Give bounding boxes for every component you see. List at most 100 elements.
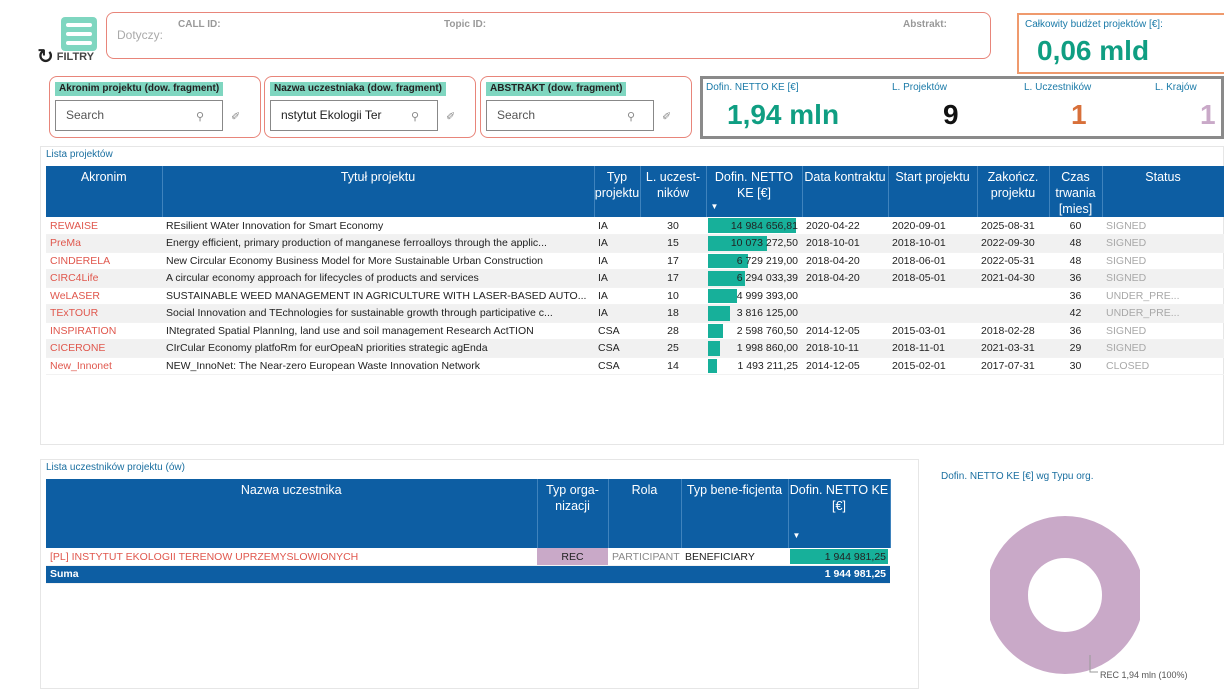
nazwa-filter-header: Nazwa uczestniaka (dow. fragment) <box>270 82 446 96</box>
participants-table: Nazwa uczestnika Typ orga-nizacji Rola T… <box>46 479 891 584</box>
col-czas[interactable]: Czas trwania [mies] <box>1049 166 1103 217</box>
project-status: SIGNED <box>1102 269 1224 288</box>
project-title: A circular economy approach for lifecycl… <box>162 269 594 288</box>
funding-bar <box>708 288 737 303</box>
project-title: NEW_InnoNet: The Near-zero European Wast… <box>162 357 594 375</box>
col-data-kontraktu[interactable]: Data kontraktu <box>802 166 889 217</box>
nazwa-filter: Nazwa uczestniaka (dow. fragment) nstytu… <box>264 76 476 138</box>
project-contract-date: 2018-10-11 <box>802 339 888 358</box>
participant-role: PARTICIPANT <box>608 548 681 566</box>
akronim-filter: Akronim projektu (dow. fragment) Search … <box>49 76 261 138</box>
projects-title: Lista projektów <box>46 149 113 160</box>
col-typ[interactable]: Typ projektu <box>594 166 641 217</box>
project-duration: 36 <box>1049 287 1102 305</box>
project-funding: 10 073 272,50 <box>706 234 802 253</box>
col-typ-organizacji[interactable]: Typ orga-nizacji <box>537 479 609 548</box>
table-row[interactable]: CINDERELA New Circular Economy Business M… <box>46 252 1224 270</box>
project-title: New Circular Economy Business Model for … <box>162 252 594 270</box>
dofin-value: 1,94 mln <box>727 99 840 130</box>
project-contract-date: 2018-10-01 <box>802 234 888 253</box>
col-zakoncz[interactable]: Zakończ. projektu <box>977 166 1050 217</box>
col-typ-beneficjenta[interactable]: Typ bene-ficjenta <box>681 479 789 548</box>
project-start-date: 2018-05-01 <box>888 269 977 288</box>
search-icon[interactable]: ⚲ <box>411 110 419 123</box>
project-funding: 1 493 211,25 <box>706 357 802 375</box>
table-row[interactable]: WeLASER SUSTAINABLE WEED MANAGEMENT IN AG… <box>46 287 1224 305</box>
project-duration: 29 <box>1049 339 1102 358</box>
col-akronim[interactable]: Akronim <box>46 166 163 217</box>
project-contract-date: 2014-12-05 <box>802 322 888 340</box>
col-uczestnikow[interactable]: L. uczest-ników <box>640 166 707 217</box>
project-type: IA <box>594 269 640 288</box>
project-funding-value: 6 294 033,39 <box>736 272 798 285</box>
project-participants: 30 <box>640 217 706 235</box>
menu-line <box>66 32 92 36</box>
eraser-icon[interactable]: ✐ <box>446 110 455 123</box>
project-acronym: CIRC4Life <box>46 269 162 288</box>
table-row[interactable]: CIRC4Life A circular economy approach for… <box>46 269 1224 288</box>
eraser-icon[interactable]: ✐ <box>662 110 671 123</box>
project-participants: 15 <box>640 234 706 253</box>
abstrakt-filter: ABSTRAKT (dow. fragment) Search ⚲ ✐ <box>480 76 692 138</box>
project-end-date <box>977 304 1049 323</box>
project-status: SIGNED <box>1102 339 1224 358</box>
project-funding-value: 6 729 219,00 <box>736 254 798 267</box>
project-funding: 4 999 393,00 <box>706 287 802 305</box>
project-contract-date <box>802 304 888 323</box>
project-funding-value: 3 816 125,00 <box>736 307 798 320</box>
sort-desc-icon: ▼ <box>792 531 801 540</box>
project-funding-value: 4 999 393,00 <box>736 289 798 302</box>
sum-value: 1 944 981,25 <box>788 565 890 584</box>
project-type: IA <box>594 234 640 253</box>
project-acronym: TExTOUR <box>46 304 162 323</box>
project-end-date <box>977 287 1049 305</box>
project-acronym: CINDERELA <box>46 252 162 270</box>
project-type: CSA <box>594 322 640 340</box>
project-funding: 6 294 033,39 <box>706 269 802 288</box>
col-tytul[interactable]: Tytuł projektu <box>162 166 595 217</box>
projects-count-label: L. Projektów <box>892 82 948 93</box>
table-row[interactable]: New_Innonet NEW_InnoNet: The Near-zero Eu… <box>46 357 1224 375</box>
project-type: CSA <box>594 339 640 358</box>
table-row[interactable]: REWAISE REsilient WAter Innovation for Sm… <box>46 217 1224 235</box>
participants-count-label: L. Uczestników <box>1024 82 1092 93</box>
col-dofin-uczestnik[interactable]: Dofin. NETTO KE [€] ▼ <box>788 479 891 548</box>
search-icon[interactable]: ⚲ <box>196 110 204 123</box>
project-participants: 18 <box>640 304 706 323</box>
project-start-date: 2018-06-01 <box>888 252 977 270</box>
sum-row: Suma 1 944 981,25 <box>46 565 890 584</box>
search-icon[interactable]: ⚲ <box>627 110 635 123</box>
table-row[interactable]: INSPIRATION INtegrated Spatial PlannIng, … <box>46 322 1224 340</box>
col-rola[interactable]: Rola <box>608 479 682 548</box>
countries-count-value: 1 <box>1200 99 1216 130</box>
project-type: IA <box>594 252 640 270</box>
context-box: Dotyczy: CALL ID: Topic ID: Abstrakt: <box>106 12 991 59</box>
project-acronym: New_Innonet <box>46 357 162 375</box>
table-row[interactable]: PreMa Energy efficient, primary productio… <box>46 234 1224 253</box>
dotyczy-label: Dotyczy: <box>117 28 164 42</box>
project-type: IA <box>594 287 640 305</box>
projects-count-value: 9 <box>943 99 959 130</box>
donut-slice-rec[interactable] <box>990 516 1140 674</box>
project-funding: 2 598 760,50 <box>706 322 802 340</box>
eraser-icon[interactable]: ✐ <box>231 110 240 123</box>
table-row[interactable]: TExTOUR Social Innovation and TEchnologie… <box>46 304 1224 323</box>
table-row[interactable]: [PL] INSTYTUT EKOLOGII TERENOW UPRZEMYSL… <box>46 548 890 566</box>
col-status[interactable]: Status <box>1102 166 1224 217</box>
col-start[interactable]: Start projektu <box>888 166 978 217</box>
table-row[interactable]: CICERONE CIrCular Economy platfoRm for eu… <box>46 339 1224 358</box>
project-funding-value: 1 493 211,25 <box>737 359 798 372</box>
participants-header-row: Nazwa uczestnika Typ orga-nizacji Rola T… <box>46 479 891 548</box>
project-participants: 17 <box>640 252 706 270</box>
participant-name: [PL] INSTYTUT EKOLOGII TERENOW UPRZEMYSL… <box>46 548 537 566</box>
budget-card: Całkowity budżet projektów [€]: 0,06 mld <box>1017 13 1224 74</box>
filters-reset[interactable]: ↻ FILTRY <box>37 47 94 67</box>
menu-button[interactable] <box>61 17 97 51</box>
project-acronym: CICERONE <box>46 339 162 358</box>
col-nazwa-uczestnika[interactable]: Nazwa uczestnika <box>46 479 538 548</box>
col-dofin[interactable]: Dofin. NETTO KE [€] ▼ <box>706 166 803 217</box>
donut-title: Dofin. NETTO KE [€] wg Typu org. <box>941 471 1094 482</box>
project-title: SUSTAINABLE WEED MANAGEMENT IN AGRICULTU… <box>162 287 594 305</box>
projects-table: Akronim Tytuł projektu Typ projektu L. u… <box>46 166 1224 375</box>
donut-label: REC 1,94 mln (100%) <box>1100 670 1188 680</box>
